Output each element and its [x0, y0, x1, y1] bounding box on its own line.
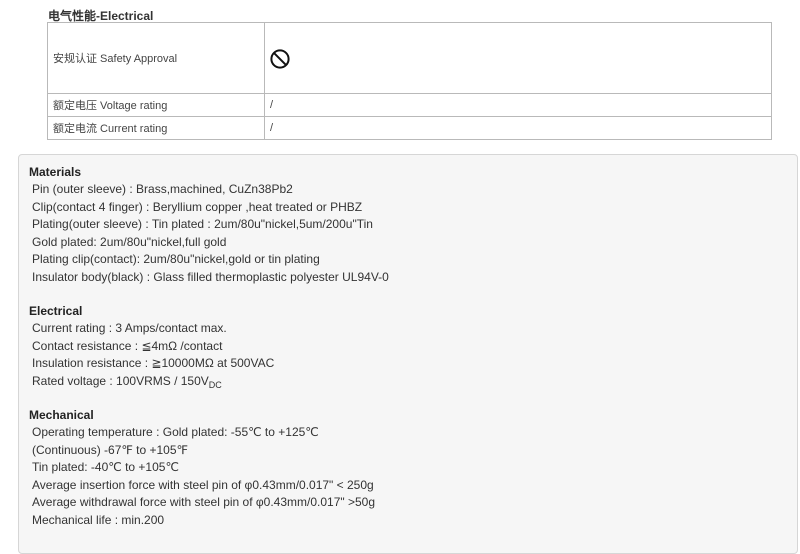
list-item: Mechanical life : min.200: [32, 512, 165, 527]
electrical-group: Electrical Current rating : 3 Amps/conta…: [29, 303, 797, 390]
list-item: Operating temperature : Gold plated: -55…: [32, 425, 319, 439]
materials-heading: Materials: [29, 165, 82, 179]
current-rating-value: /: [264, 116, 772, 140]
list-item: Plating(outer sleeve) : Tin plated : 2um…: [32, 217, 373, 231]
materials-group: Materials Pin (outer sleeve) : Brass,mac…: [29, 164, 797, 286]
rated-voltage-text: Rated voltage : 100VRMS / 150V: [32, 373, 209, 388]
mechanical-group: Mechanical Operating temperature : Gold …: [29, 407, 797, 529]
safety-approval-value: [264, 22, 772, 94]
current-rating-label: 额定电流 Current rating: [47, 116, 265, 140]
voltage-rating-value: /: [264, 93, 772, 117]
list-item: Current rating : 3 Amps/contact max.: [32, 321, 227, 335]
list-item: Insulation resistance : ≧10000MΩ at 500V…: [32, 356, 275, 370]
table-row: 额定电压 Voltage rating /: [47, 93, 772, 117]
electrical-heading: Electrical: [29, 304, 83, 318]
table-row: 额定电流 Current rating /: [47, 116, 772, 140]
list-item: Gold plated: 2um/80u"nickel,full gold: [32, 234, 227, 249]
rated-voltage-line: Rated voltage : 100VRMS / 150VDC: [29, 373, 797, 391]
voltage-rating-label: 额定电压 Voltage rating: [47, 93, 265, 117]
list-item: Average insertion force with steel pin o…: [32, 477, 374, 492]
list-item: Tin plated: -40℃ to +105℃: [32, 460, 179, 474]
details-panel: Materials Pin (outer sleeve) : Brass,mac…: [18, 154, 798, 554]
list-item: Clip(contact 4 finger) : Beryllium coppe…: [32, 199, 363, 214]
mechanical-heading: Mechanical: [29, 408, 94, 422]
list-item: Plating clip(contact): 2um/80u"nickel,go…: [32, 252, 320, 266]
list-item: Pin (outer sleeve) : Brass,machined, CuZ…: [32, 182, 293, 196]
list-item: (Continuous) -67℉ to +105℉: [32, 442, 188, 457]
list-item: Insulator body(black) : Glass filled the…: [32, 269, 389, 284]
table-row: 安规认证 Safety Approval: [47, 22, 772, 94]
prohibited-circle-icon: [270, 48, 290, 69]
list-item: Contact resistance : ≦4mΩ /contact: [32, 338, 223, 353]
electrical-spec-table: 安规认证 Safety Approval 额定电压 Voltage rating…: [47, 22, 772, 140]
list-item: Average withdrawal force with steel pin …: [32, 495, 376, 509]
safety-approval-label: 安规认证 Safety Approval: [47, 22, 265, 94]
rated-voltage-subscript: DC: [208, 379, 222, 390]
